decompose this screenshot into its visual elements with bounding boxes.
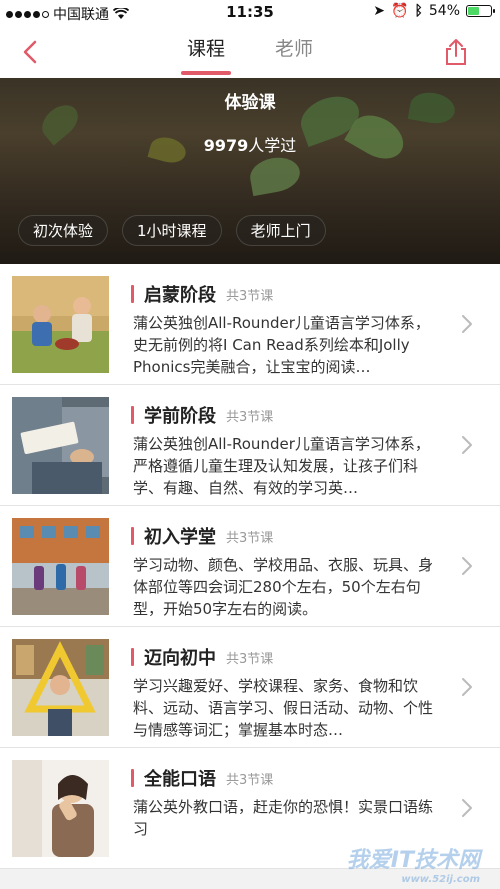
chevron-right-icon [462, 436, 472, 454]
course-thumbnail [12, 518, 109, 615]
tab-teachers[interactable]: 老师 [267, 26, 321, 78]
course-header: 学前阶段 共3节课 [131, 402, 273, 428]
course-title: 学前阶段 [144, 406, 216, 427]
course-header: 启蒙阶段 共3节课 [131, 281, 273, 307]
tag-chip: 老师上门 [235, 215, 326, 246]
course-header: 初入学堂 共3节课 [131, 523, 273, 549]
watermark-text: 我爱IT技术网 [346, 848, 480, 873]
status-right: ➤ ⏰ ᛒ 54% [373, 3, 495, 19]
course-item[interactable]: 迈向初中 共3节课 学习兴趣爱好、学校课程、家务、食物和饮料、远动、语言学习、假… [0, 627, 500, 748]
learner-count-number: 9979 [203, 136, 249, 155]
site-watermark: 我爱IT技术网 www.52ij.com [347, 842, 480, 885]
status-bar: 中国联通 11:35 ➤ ⏰ ᛒ 54% [0, 0, 500, 26]
lesson-count: 共3节课 [226, 409, 274, 425]
trial-class-banner[interactable]: 体验课 9979人学过 初次体验 1小时课程 老师上门 [0, 78, 500, 264]
accent-bar [131, 406, 134, 424]
accent-bar [131, 527, 134, 545]
chevron-right-icon [462, 315, 472, 333]
plant-decoration [247, 153, 303, 197]
course-thumbnail [12, 639, 109, 736]
course-item[interactable]: 初入学堂 共3节课 学习动物、颜色、学校用品、衣服、玩具、身体部位等四会词汇28… [0, 506, 500, 627]
learner-count-suffix: 人学过 [248, 136, 297, 155]
lesson-count: 共3节课 [226, 772, 274, 788]
lesson-count: 共3节课 [226, 651, 274, 667]
course-header: 全能口语 共3节课 [131, 765, 273, 791]
tab-bar: 课程 老师 [0, 26, 500, 78]
course-description: 蒲公英独创All-Rounder儿童语言学习体系，史无前例的将I Can Rea… [133, 314, 430, 376]
battery-percent: 54% [428, 3, 460, 19]
course-description: 学习动物、颜色、学校用品、衣服、玩具、身体部位等四会词汇280个左右，50个左右… [133, 556, 434, 618]
course-item[interactable]: 启蒙阶段 共3节课 蒲公英独创All-Rounder儿童语言学习体系，史无前例的… [0, 264, 500, 385]
chevron-right-icon [462, 557, 472, 575]
lesson-count: 共3节课 [226, 288, 274, 304]
course-title: 迈向初中 [144, 648, 216, 669]
course-thumbnail [12, 760, 109, 857]
course-title: 全能口语 [144, 769, 216, 790]
accent-bar [131, 769, 134, 787]
tag-chip: 1小时课程 [122, 215, 222, 246]
alarm-icon: ⏰ [391, 3, 409, 19]
tag-chip: 初次体验 [18, 215, 109, 246]
accent-bar [131, 648, 134, 666]
course-description: 蒲公英独创All-Rounder儿童语言学习体系，严格遵循儿童生理及认知发展，让… [133, 435, 430, 497]
course-item[interactable]: 学前阶段 共3节课 蒲公英独创All-Rounder儿童语言学习体系，严格遵循儿… [0, 385, 500, 506]
course-title: 启蒙阶段 [144, 285, 216, 306]
banner-learner-count: 9979人学过 [0, 132, 500, 156]
chevron-right-icon [462, 678, 472, 696]
lesson-count: 共3节课 [226, 530, 274, 546]
course-thumbnail [12, 276, 109, 373]
banner-title: 体验课 [224, 93, 276, 113]
course-description: 学习兴趣爱好、学校课程、家务、食物和饮料、远动、语言学习、假日活动、动物、个性与… [133, 677, 434, 739]
bluetooth-icon: ᛒ [414, 3, 423, 19]
chevron-right-icon [462, 799, 472, 817]
course-title: 初入学堂 [144, 527, 216, 548]
location-icon: ➤ [373, 3, 386, 19]
battery-icon [466, 5, 495, 17]
share-button[interactable] [438, 34, 474, 70]
course-thumbnail [12, 397, 109, 494]
share-icon [446, 39, 466, 65]
watermark-url: www.52ij.com [401, 874, 480, 885]
banner-tags: 初次体验 1小时课程 老师上门 [18, 215, 326, 246]
course-header: 迈向初中 共3节课 [131, 644, 273, 670]
tab-courses[interactable]: 课程 [179, 26, 233, 78]
course-list: 启蒙阶段 共3节课 蒲公英独创All-Rounder儿童语言学习体系，史无前例的… [0, 264, 500, 869]
top-nav: 课程 老师 [0, 26, 500, 78]
accent-bar [131, 285, 134, 303]
